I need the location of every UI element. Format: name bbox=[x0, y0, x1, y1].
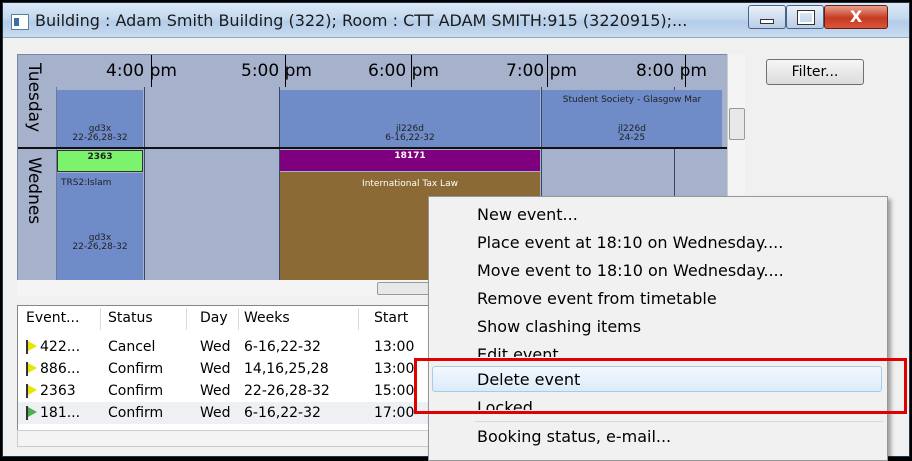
menu-item-booking-status[interactable]: Booking status, e-mail... bbox=[477, 427, 671, 446]
column-header[interactable]: Status bbox=[108, 310, 153, 326]
list-horizontal-scrollbar[interactable] bbox=[17, 430, 437, 447]
event-list[interactable]: Event... Status Day Weeks Start 422... C… bbox=[17, 305, 439, 433]
hour-label: 5:00 pm bbox=[241, 61, 312, 81]
context-menu: New event... Place event at 18:10 on Wed… bbox=[428, 196, 888, 461]
day-label-wednesday: Wednes bbox=[18, 149, 57, 281]
window-title: Building : Adam Smith Building (322); Ro… bbox=[35, 11, 688, 30]
flag-icon bbox=[26, 362, 38, 376]
event-block[interactable]: gd3x 22-26,28-32 bbox=[57, 225, 143, 281]
menu-item-show-clashing[interactable]: Show clashing items bbox=[477, 317, 641, 336]
event-block[interactable]: 18171 bbox=[280, 150, 540, 171]
app-icon bbox=[11, 14, 29, 30]
menu-item-remove-event[interactable]: Remove event from timetable bbox=[477, 289, 717, 308]
table-row[interactable]: 422... Cancel Wed 6-16,22-32 13:00 bbox=[18, 336, 438, 358]
hour-label: 6:00 pm bbox=[368, 61, 439, 81]
column-header[interactable]: Event... bbox=[26, 310, 79, 326]
close-icon: X bbox=[849, 7, 863, 26]
flag-icon bbox=[26, 340, 38, 354]
event-block[interactable]: gd3x 22-26,28-32 bbox=[57, 90, 143, 147]
menu-item-place-event[interactable]: Place event at 18:10 on Wednesday.... bbox=[477, 233, 783, 252]
menu-item-move-event[interactable]: Move event to 18:10 on Wednesday.... bbox=[477, 261, 784, 280]
menu-separator bbox=[475, 421, 883, 422]
hour-label: 4:00 pm bbox=[106, 61, 177, 81]
hour-header: 4:00 pm 5:00 pm 6:00 pm 7:00 pm 8:00 pm bbox=[56, 55, 736, 87]
column-header[interactable]: Weeks bbox=[244, 310, 290, 326]
table-row[interactable]: 886... Confirm Wed 14,16,25,28 13:00 bbox=[18, 358, 438, 380]
event-block[interactable]: Student Society - Glasgow Mar jl226d 24-… bbox=[542, 90, 722, 147]
table-row[interactable]: 181... Confirm Wed 6-16,22-32 17:00 bbox=[18, 402, 438, 424]
table-row[interactable]: 2363 Confirm Wed 22-26,28-32 15:00 bbox=[18, 380, 438, 402]
event-block[interactable]: jl226d 6-16,22-32 bbox=[280, 90, 540, 147]
column-header[interactable]: Start bbox=[374, 310, 408, 326]
column-header[interactable]: Day bbox=[200, 310, 228, 326]
day-label-tuesday: Tuesday bbox=[18, 55, 57, 147]
close-button[interactable]: X bbox=[824, 5, 888, 29]
menu-item-edit-event[interactable]: Edit event bbox=[477, 345, 559, 357]
hour-label: 7:00 pm bbox=[506, 61, 577, 81]
flag-icon bbox=[26, 384, 38, 398]
maximize-button[interactable] bbox=[786, 5, 824, 29]
highlight-annotation-box bbox=[414, 358, 907, 414]
hour-label: 8:00 pm bbox=[636, 61, 707, 81]
filter-button[interactable]: Filter... bbox=[766, 59, 864, 85]
minimize-button[interactable] bbox=[748, 5, 786, 29]
flag-icon bbox=[26, 406, 38, 420]
event-block[interactable]: 2363 bbox=[57, 150, 143, 172]
title-bar[interactable]: Building : Adam Smith Building (322); Ro… bbox=[3, 3, 909, 38]
menu-item-new-event[interactable]: New event... bbox=[477, 205, 578, 224]
